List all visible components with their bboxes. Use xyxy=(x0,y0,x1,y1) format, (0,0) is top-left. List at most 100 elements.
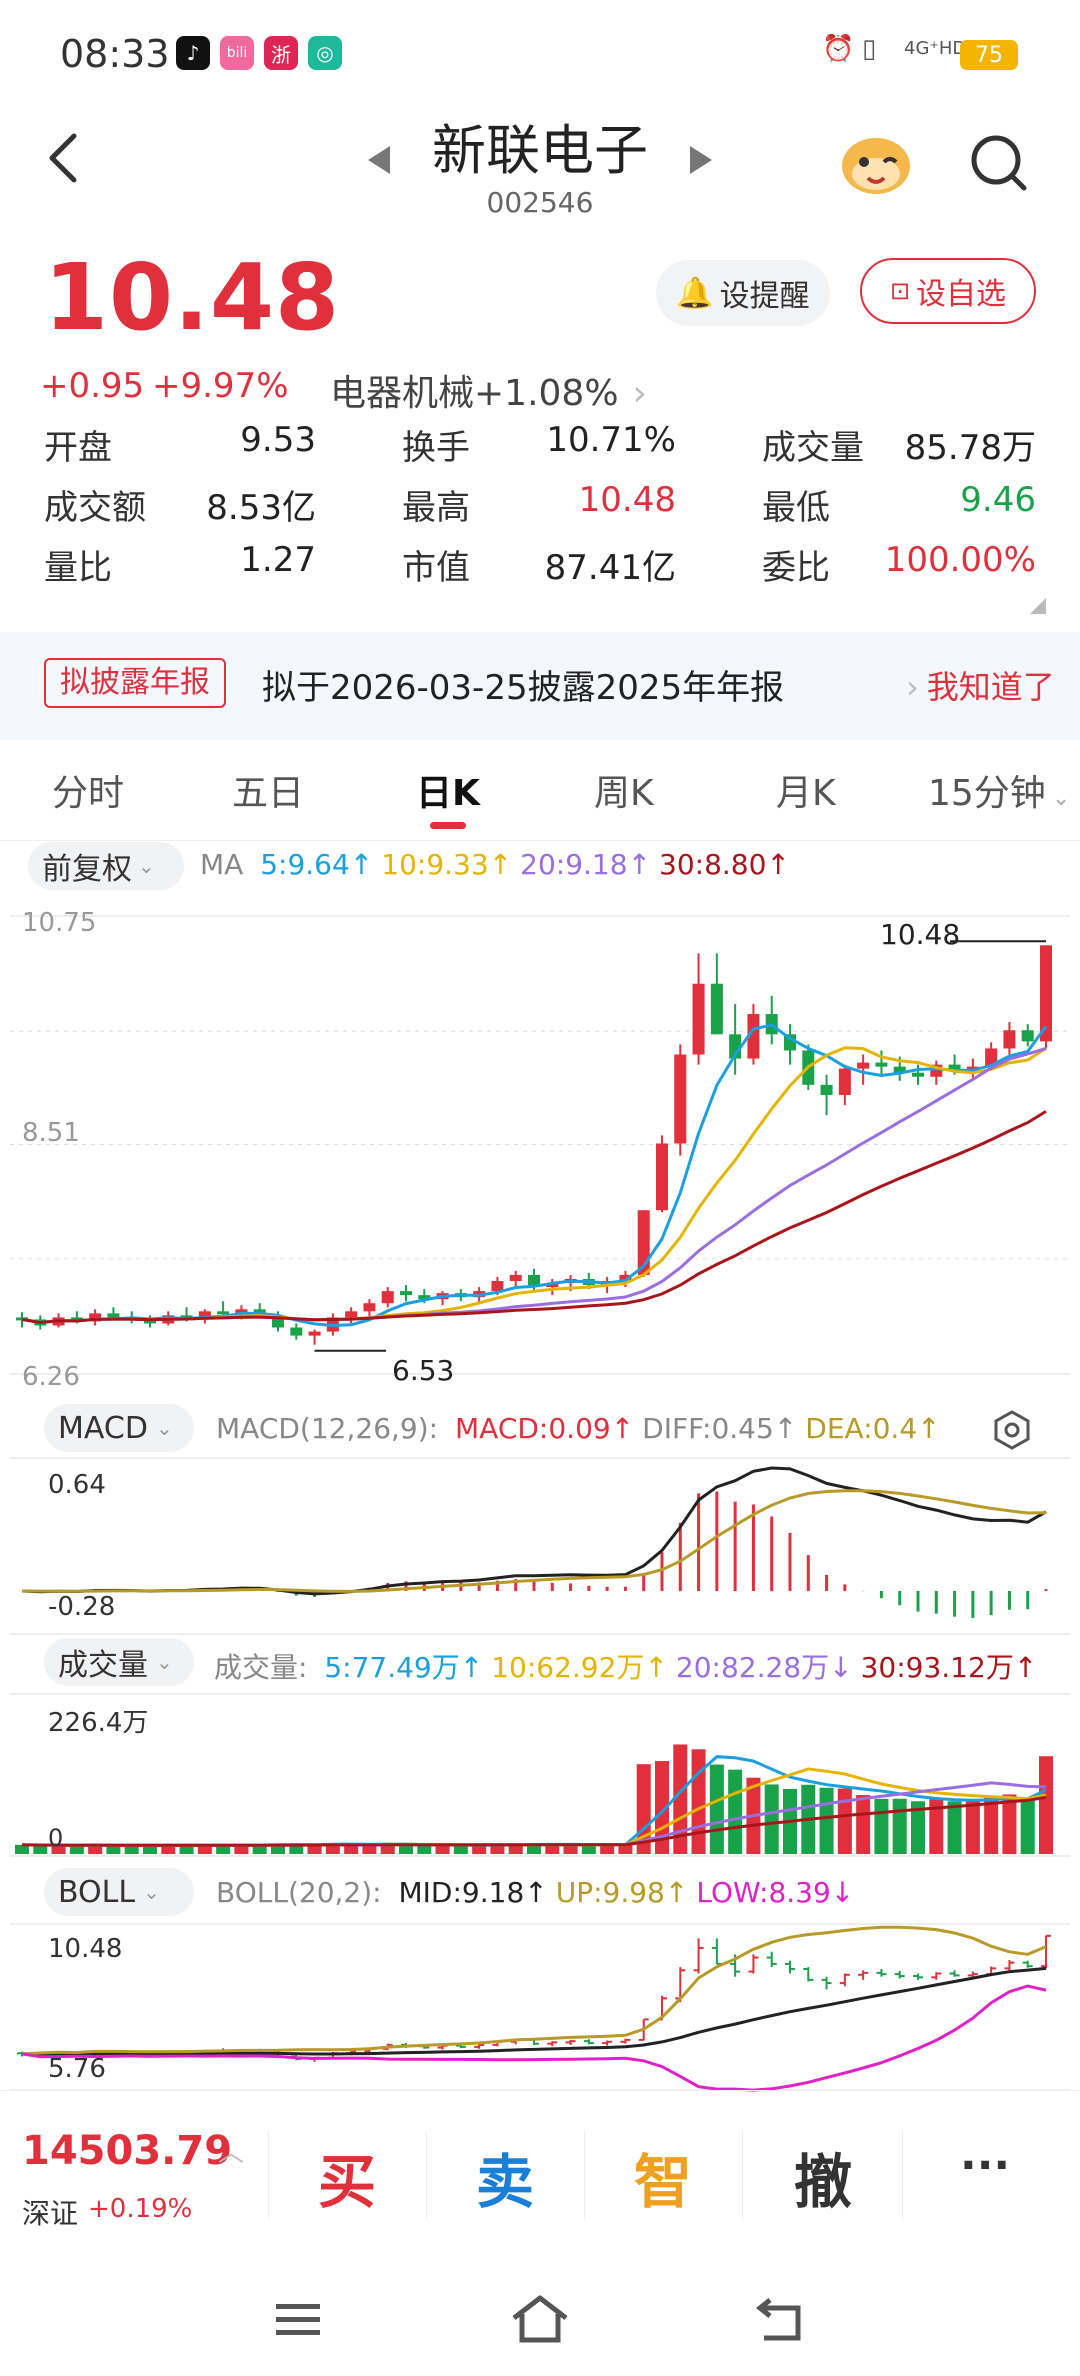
smart-button[interactable]: 智 xyxy=(634,2135,692,2219)
menu-icon[interactable] xyxy=(274,2298,324,2342)
add-watchlist-button[interactable]: ⊡ 设自选 xyxy=(860,258,1036,324)
active-tab-indicator xyxy=(430,822,466,829)
mascot-icon[interactable] xyxy=(836,126,916,198)
candle-body xyxy=(217,1311,230,1315)
buy-button[interactable]: 买 xyxy=(318,2135,376,2219)
macd-chart[interactable] xyxy=(0,1456,1080,1636)
next-stock-icon[interactable] xyxy=(690,146,712,174)
candle-body xyxy=(875,1062,888,1067)
divider xyxy=(268,2130,269,2220)
k-high-mark: 10.48 xyxy=(880,918,961,951)
volume-bar xyxy=(874,1798,889,1854)
volume-bar xyxy=(435,1845,450,1854)
set-alert-button[interactable]: 🔔 设提醒 xyxy=(656,260,830,326)
volume-bar xyxy=(764,1784,779,1854)
index-value[interactable]: 14503.79 xyxy=(22,2128,232,2174)
volume-ma-line xyxy=(21,1755,1047,1848)
adjust-label: 前复权 xyxy=(42,852,132,887)
volume-ma-line xyxy=(21,1795,1047,1847)
settings-hexagon-icon[interactable] xyxy=(990,1408,1034,1452)
vibrate-icon: ▯ xyxy=(862,34,877,64)
stat-label: 市值 xyxy=(402,548,470,588)
volume-y-bottom: 0 xyxy=(48,1824,64,1852)
volume-bar xyxy=(709,1764,724,1854)
sector-name: 电器机械 xyxy=(330,373,475,414)
stock-code: 002546 xyxy=(486,186,594,219)
stat-label: 换手 xyxy=(402,428,470,468)
boll-y-top: 10.48 xyxy=(48,1934,123,1964)
legend-item: 5:9.64↑ xyxy=(260,848,374,881)
bilibili-icon: bili xyxy=(220,36,254,70)
adjust-selector[interactable]: 前复权 ⌄ xyxy=(28,842,184,890)
volume-selector[interactable]: 成交量 ⌄ xyxy=(44,1638,194,1686)
network-label: 4G⁺HD xyxy=(904,38,967,59)
volume-bar xyxy=(69,1845,84,1854)
candlestick-chart[interactable] xyxy=(0,896,1080,1396)
stats-row: 量比 1.27 市值 87.41亿 委比 100.00% xyxy=(44,540,1044,592)
candle-body xyxy=(381,1291,394,1304)
announcement-banner: 拟披露年报 拟于2026-03-25披露2025年年报 › 我知道了 xyxy=(0,632,1080,740)
stat-value: 87.41亿 xyxy=(544,548,676,588)
price-change: +0.95 xyxy=(40,366,145,406)
sector-link[interactable]: 电器机械+1.08% › xyxy=(330,364,647,416)
status-time: 08:33 xyxy=(60,32,170,76)
tab-intraday[interactable]: 分时 xyxy=(52,764,124,816)
tab-15min[interactable]: 15分钟 ⌄ xyxy=(928,764,1070,816)
more-button[interactable]: ··· xyxy=(960,2140,1010,2191)
bell-icon: 🔔 xyxy=(676,275,714,311)
set-alert-label: 设提醒 xyxy=(719,279,810,314)
boll-chart[interactable] xyxy=(0,1922,1080,2092)
sell-button[interactable]: 卖 xyxy=(476,2135,534,2219)
stats-row: 成交额 8.53亿 最高 10.48 最低 9.46 xyxy=(44,480,1044,532)
macd-selector-label: MACD xyxy=(58,1410,148,1446)
candle-body xyxy=(345,1311,358,1318)
tab-weekly-k[interactable]: 周K xyxy=(594,764,654,816)
tab-monthly-k[interactable]: 月K xyxy=(776,764,836,816)
k-y-top: 10.75 xyxy=(22,908,97,938)
search-icon[interactable] xyxy=(968,130,1028,194)
legend-item: 30:8.80↑ xyxy=(659,848,790,881)
back-nav-icon[interactable] xyxy=(754,2294,808,2344)
volume-bar xyxy=(947,1801,962,1854)
dismiss-announcement-button[interactable]: › 我知道了 xyxy=(906,662,1055,708)
volume-bar xyxy=(1039,1756,1053,1854)
candle-body xyxy=(107,1313,120,1318)
add-watchlist-label: 设自选 xyxy=(916,277,1007,312)
candle-body xyxy=(674,1054,687,1144)
cancel-order-button[interactable]: 撤 xyxy=(794,2135,852,2219)
volume-bar xyxy=(417,1845,432,1854)
macd-selector[interactable]: MACD ⌄ xyxy=(44,1404,194,1452)
boll-up-line xyxy=(21,1925,1047,2056)
chevron-up-icon[interactable]: ︿ xyxy=(218,2132,244,2169)
volume-bar xyxy=(453,1845,468,1854)
ma-legend: MA 5:9.64↑ 10:9.33↑ 20:9.18↑ 30:8.80↑ xyxy=(200,848,790,881)
volume-legend: 成交量: 5:77.49万↑ 10:62.92万↑ 20:82.28万↓ 30:93.… xyxy=(214,1646,1037,1686)
stat-value: 10.71% xyxy=(546,420,676,460)
tab-five-day[interactable]: 五日 xyxy=(232,764,304,816)
home-icon[interactable] xyxy=(510,2292,570,2346)
volume-bar xyxy=(837,1788,852,1854)
ma-label: MA xyxy=(200,848,244,881)
candle-body xyxy=(692,983,705,1055)
expand-corner-icon[interactable] xyxy=(1030,598,1046,614)
volume-selector-label: 成交量 xyxy=(58,1648,148,1683)
macd-y-bottom: -0.28 xyxy=(48,1592,116,1622)
volume-chart[interactable] xyxy=(0,1692,1080,1858)
announcement-tag: 拟披露年报 xyxy=(44,658,226,708)
candle-body xyxy=(509,1274,522,1281)
candle-body xyxy=(491,1280,504,1292)
tab-15min-label: 15分钟 xyxy=(928,773,1046,814)
announcement-text: 拟于2026-03-25披露2025年年报 xyxy=(262,668,785,708)
candle-body xyxy=(710,983,723,1035)
divider xyxy=(426,2130,427,2220)
sector-pct: +1.08% xyxy=(474,373,619,414)
candle-body xyxy=(912,1072,924,1077)
alarm-icon: ⏰ xyxy=(822,34,855,64)
current-price: 10.48 xyxy=(44,244,341,351)
index-pct: +0.19% xyxy=(88,2194,193,2224)
volume-bar xyxy=(819,1787,834,1854)
tab-daily-k[interactable]: 日K xyxy=(416,764,480,816)
volume-bar xyxy=(856,1795,871,1854)
boll-selector[interactable]: BOLL ⌄ xyxy=(44,1868,194,1916)
candle-body xyxy=(290,1327,303,1336)
